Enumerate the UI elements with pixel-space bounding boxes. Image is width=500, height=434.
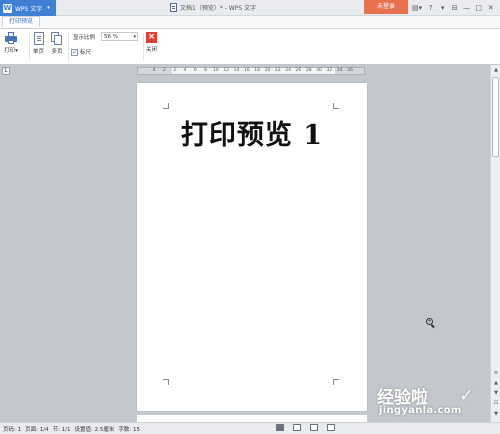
maximize-button[interactable]: □ [475, 4, 482, 12]
ruler-tick: 14 [233, 68, 240, 73]
ribbon-toolbar: 打印▾ 单页 多页 显示比例 56 % ▾ ✓ 标尺 × 关闭 [0, 28, 500, 64]
crop-mark [163, 379, 169, 385]
ruler-tick: 8 [204, 68, 208, 73]
crop-mark [163, 103, 169, 109]
multi-page-label: 多页 [51, 49, 63, 55]
ruler-tick: 32 [326, 68, 333, 73]
app-menu-button[interactable]: W WPS 文字 ▾ [0, 0, 56, 16]
watermark: 经验啦 ✓ jingyanla.com [375, 383, 490, 423]
crop-mark [333, 103, 339, 109]
preview-workspace[interactable]: L 4 2 2 4 6 8 10 12 14 16 18 20 22 24 26 28 30 32 34 36 打印预… [0, 65, 490, 422]
document-title-text: 文档1（预览）* - WPS 文字 [180, 5, 257, 12]
status-page-number[interactable]: 页码: 1 [3, 425, 21, 433]
skin-menu-icon[interactable]: ▤▾ [412, 4, 422, 12]
ruler-tick: 26 [295, 68, 302, 73]
print-label: 打印 [4, 48, 16, 54]
chevron-down-icon: ▾ [47, 5, 50, 11]
document-icon [170, 3, 177, 12]
ruler-tick: 6 [193, 68, 197, 73]
ruler-tick: 2 [162, 68, 166, 73]
prev-page-button[interactable]: ▲ [492, 379, 500, 387]
horizontal-ruler[interactable]: 4 2 2 4 6 8 10 12 14 16 18 20 22 24 26 28 30 32 34 36 [137, 67, 365, 75]
scroll-down-button[interactable]: ▼ [492, 410, 500, 418]
checkmark-icon: ✓ [459, 385, 475, 406]
ruler-tick: 2 [173, 68, 177, 73]
zoom-cursor-icon: + [426, 318, 436, 328]
next-page-button[interactable]: ▼ [492, 389, 500, 397]
close-icon: × [146, 32, 157, 43]
chevron-down-icon: ▾ [133, 34, 136, 40]
tab-print-preview[interactable]: 打印预览 [2, 16, 41, 27]
divider [29, 33, 30, 61]
layout-icon[interactable]: ⊟ [451, 4, 458, 12]
print-dropdown-icon: ▾ [15, 48, 18, 54]
single-page-label: 单页 [33, 49, 45, 55]
ruler-tick: 16 [243, 68, 250, 73]
print-button[interactable]: 打印▾ [4, 32, 18, 54]
wps-logo-icon: W [3, 3, 12, 13]
ruler-tick: 4 [152, 68, 156, 73]
ruler-tick: 22 [274, 68, 281, 73]
close-window-button[interactable]: ✕ [487, 4, 494, 12]
page-heading: 打印预览 1 [180, 120, 324, 151]
status-section[interactable]: 节: 1/1 [53, 425, 71, 433]
help-icon[interactable]: ? [427, 4, 434, 12]
multi-page-icon [51, 32, 63, 45]
login-button[interactable]: 未登录 [364, 0, 408, 14]
ruler-tick: 12 [223, 68, 230, 73]
outline-view-icon[interactable] [310, 424, 318, 431]
zoom-label: 显示比例 [73, 35, 96, 41]
next-page [137, 415, 367, 422]
ruler-tick: 24 [285, 68, 291, 73]
single-page-button[interactable]: 单页 [33, 32, 44, 55]
app-name: WPS 文字 [15, 5, 43, 13]
scroll-up-button[interactable]: ▲ [492, 66, 500, 74]
single-page-icon [33, 32, 44, 45]
ruler-corner-button[interactable]: L [2, 67, 10, 75]
divider [143, 33, 144, 61]
ruler-tick: 20 [264, 68, 271, 73]
ruler-checkbox-label: 标尺 [80, 50, 92, 56]
web-layout-view-icon[interactable] [293, 424, 301, 431]
ruler-tick: 30 [316, 68, 322, 73]
vertical-scrollbar[interactable]: ▲ ≡ ▲ ▼ ⊡ ▼ [490, 65, 500, 422]
status-position[interactable]: 设置值: 2.5厘米 [75, 425, 115, 433]
scroll-thumb[interactable] [492, 77, 499, 157]
crop-mark [333, 379, 339, 385]
ruler-tick: 28 [305, 68, 312, 73]
status-bar: 页码: 1 页面: 1/4 节: 1/1 设置值: 2.5厘米 字数: 15 [0, 422, 500, 434]
reading-view-icon[interactable] [327, 424, 335, 431]
document-title: 文档1（预览）* - WPS 文字 [170, 3, 256, 12]
print-layout-view-icon[interactable] [276, 424, 284, 431]
document-page[interactable]: 打印预览 1 [137, 83, 367, 411]
checkmark-icon: ✓ [71, 48, 78, 56]
close-preview-label: 关闭 [146, 47, 158, 53]
window-controls: ▤▾ ? ▾ ⊟ — □ ✕ [409, 0, 494, 15]
watermark-en: jingyanla.com [379, 405, 462, 416]
title-bar: W WPS 文字 ▾ 文档1（预览）* - WPS 文字 未登录 ▤▾ ? ▾ … [0, 0, 500, 16]
printer-icon [4, 32, 18, 44]
zoom-value: 56 % [104, 34, 118, 40]
scroll-menu-button[interactable]: ≡ [492, 369, 500, 377]
ruler-checkbox[interactable]: ✓ 标尺 [71, 48, 91, 56]
ruler-tick: 4 [183, 68, 187, 73]
status-pages[interactable]: 页面: 1/4 [25, 425, 48, 433]
view-mode-buttons [276, 424, 335, 431]
select-browse-button[interactable]: ⊡ [492, 399, 500, 407]
close-preview-button[interactable]: × 关闭 [146, 32, 157, 53]
ruler-tick: 18 [254, 68, 261, 73]
divider [68, 33, 69, 61]
multi-page-button[interactable]: 多页 [51, 32, 63, 55]
zoom-select[interactable]: 56 % ▾ [101, 32, 138, 41]
help-dropdown-icon[interactable]: ▾ [439, 4, 446, 12]
ribbon: 打印预览 打印▾ 单页 多页 显示比例 56 % ▾ ✓ 标尺 × 关闭 [0, 16, 500, 64]
minimize-button[interactable]: — [463, 4, 470, 12]
ruler-tick: 10 [213, 68, 219, 73]
ruler-tick: 36 [347, 68, 353, 73]
ruler-tick: 34 [336, 68, 343, 73]
status-word-count[interactable]: 字数: 15 [118, 425, 140, 433]
